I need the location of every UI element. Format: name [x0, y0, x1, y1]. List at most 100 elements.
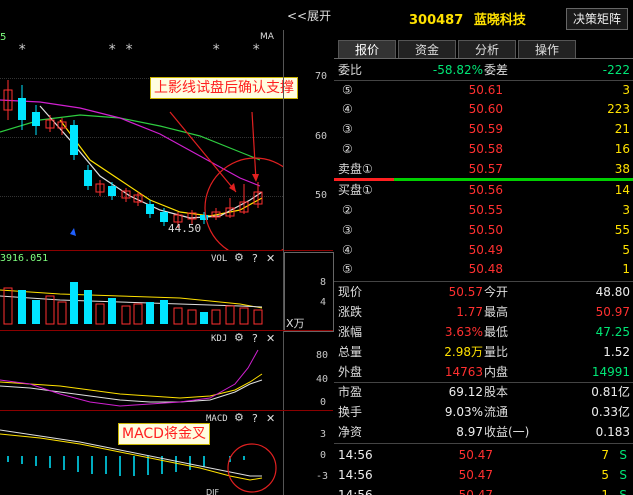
tab-operation[interactable]: 操作: [518, 40, 576, 59]
event-star[interactable]: *: [18, 42, 26, 58]
vol-axis-label: 8: [320, 277, 327, 288]
sell-row[interactable]: ② 50.58 16: [334, 140, 633, 159]
sell-price: 50.59: [468, 122, 503, 136]
stat-label: 现价: [338, 285, 363, 299]
buy-level: 买盘①: [338, 183, 373, 197]
stat-value: 48.80: [595, 285, 630, 299]
event-star[interactable]: *: [212, 42, 220, 58]
tick-side: S: [619, 448, 627, 462]
event-star[interactable]: * *: [108, 42, 133, 58]
weibi-label: 委比: [338, 63, 363, 77]
fund-label: 流通: [484, 405, 509, 419]
stat-label: 量比: [484, 345, 509, 359]
sell-row[interactable]: 卖盘① 50.57 38: [334, 160, 633, 179]
sell-volume: 38: [614, 162, 630, 176]
stat-value: 47.25: [595, 325, 630, 339]
tick-price: 50.47: [458, 488, 493, 495]
sell-level: 卖盘①: [338, 162, 373, 176]
fund-value: 8.97: [456, 425, 483, 439]
macd-axis-label: 0: [320, 450, 327, 461]
sell-price: 50.61: [468, 83, 503, 97]
price-axis-label: 50: [315, 190, 328, 201]
stat-label: 内盘: [484, 365, 509, 379]
buy-row[interactable]: ② 50.55 3: [334, 201, 633, 220]
stat-label: 涨跌: [338, 305, 363, 319]
tick-time: 14:56: [338, 448, 373, 462]
fund-row: 市盈 69.12 股本 0.81亿: [334, 383, 633, 402]
fund-value: 0.183: [595, 425, 630, 439]
sell-price: 50.57: [468, 162, 503, 176]
volume-bars: [0, 282, 263, 325]
tick-price: 50.47: [458, 448, 493, 462]
kdj-axis-label: 0: [320, 397, 327, 408]
stock-title: 300487 蓝晓科技: [409, 9, 526, 28]
stat-value: 2.98万: [444, 345, 483, 359]
tab-funds[interactable]: 资金: [398, 40, 456, 59]
tick-price: 50.47: [458, 468, 493, 482]
fund-label: 市盈: [338, 385, 363, 399]
tick-row[interactable]: 14:56 50.47 7 S: [334, 446, 633, 465]
kdj-axis-label: 80: [316, 350, 329, 361]
bottom-tag: DIF: [206, 489, 220, 495]
fund-label: 股本: [484, 385, 509, 399]
tick-time: 14:56: [338, 468, 373, 482]
buy-row[interactable]: 买盘① 50.56 14: [334, 181, 633, 200]
stat-label: 总量: [338, 345, 363, 359]
stat-value: 3.63%: [444, 325, 483, 339]
tab-quote[interactable]: 报价: [338, 40, 396, 59]
buy-level: ④: [342, 243, 353, 257]
tab-analysis[interactable]: 分析: [458, 40, 516, 59]
sell-row[interactable]: ⑤ 50.61 3: [334, 81, 633, 100]
stat-row: 涨幅 3.63% 最低 47.25: [334, 323, 633, 342]
stat-value: 1.52: [603, 345, 630, 359]
stat-label: 涨幅: [338, 325, 363, 339]
fund-row: 净资 8.97 收益(一) 0.183: [334, 423, 633, 442]
sell-level: ②: [342, 142, 353, 156]
decision-matrix-button[interactable]: 决策矩阵: [566, 8, 628, 30]
stat-label: 最低: [484, 325, 509, 339]
price-axis-label: 70: [315, 71, 328, 82]
stat-label: 外盘: [338, 365, 363, 379]
stat-row: 外盘 14763 内盘 14991: [334, 363, 633, 382]
stock-name: 蓝晓科技: [473, 13, 526, 28]
stock-code: 300487: [409, 13, 464, 28]
tick-row[interactable]: 14:56 50.47 5 S: [334, 466, 633, 485]
buy-row[interactable]: ④ 50.49 5: [334, 241, 633, 260]
stat-value: 50.97: [595, 305, 630, 319]
buy-volume: 1: [622, 262, 630, 276]
sell-level: ④: [342, 102, 353, 116]
sell-row[interactable]: ③ 50.59 21: [334, 120, 633, 139]
tick-volume: 7: [601, 448, 609, 462]
stat-value: 14763: [444, 365, 483, 379]
weicha-label: 委差: [484, 63, 509, 77]
kdj-lines: [0, 349, 263, 407]
buy-level: ②: [342, 203, 353, 217]
event-star[interactable]: *: [252, 42, 260, 58]
weibi-row: 委比 -58.82% 委差 -222: [334, 61, 633, 80]
price-axis-label: 60: [315, 131, 328, 142]
buy-price: 50.55: [468, 203, 503, 217]
expand-button[interactable]: <<展开: [287, 7, 331, 24]
fund-value: 9.03%: [444, 405, 483, 419]
sell-row[interactable]: ④ 50.60 223: [334, 100, 633, 119]
buy-row[interactable]: ⑤ 50.48 1: [334, 260, 633, 279]
tick-side: S: [619, 468, 627, 482]
fund-label: 换手: [338, 405, 363, 419]
kline-chart-area[interactable]: <<展开 5 MA * * * * * 70 60 50 44.50 上影线试盘…: [0, 0, 334, 495]
buy-row[interactable]: ③ 50.50 55: [334, 221, 633, 240]
tick-time: 14:56: [338, 488, 373, 495]
stat-row: 涨跌 1.77 最高 50.97: [334, 303, 633, 322]
tick-row[interactable]: 14:56 50.47 1 S: [334, 486, 633, 495]
sell-volume: 21: [614, 122, 630, 136]
buy-volume: 5: [622, 243, 630, 257]
buy-volume: 14: [614, 183, 630, 197]
ma-line-white: [39, 105, 263, 219]
fund-label: 净资: [338, 425, 363, 439]
quote-panel: 300487 蓝晓科技 决策矩阵 报价 资金 分析 操作 委比 -58.82% …: [334, 0, 633, 495]
vol-unit: X万: [286, 317, 305, 330]
fund-label: 收益(一): [484, 425, 530, 439]
macd-highlight-circle: [227, 443, 277, 493]
buy-price: 50.50: [468, 223, 503, 237]
stat-row: 总量 2.98万 量比 1.52: [334, 343, 633, 362]
buy-level: ③: [342, 223, 353, 237]
